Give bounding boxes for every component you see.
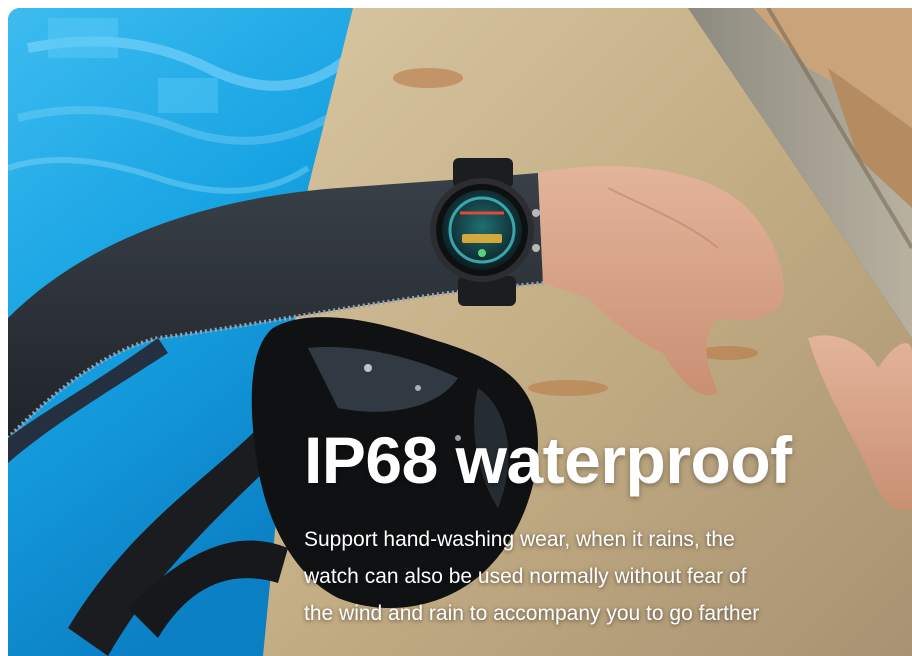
description-line: Support hand-washing wear, when it rains…	[304, 528, 735, 551]
banner-headline: IP68 waterproof	[304, 423, 792, 497]
description-line: watch can also be used normally without …	[304, 565, 747, 588]
watch-face	[442, 190, 522, 270]
description-line: the wind and rain to accompany you to go…	[304, 602, 760, 625]
banner-description: Support hand-washing wear, when it rains…	[304, 521, 904, 632]
product-image-frame: IP68 waterproof Support hand-washing wea…	[8, 8, 912, 656]
